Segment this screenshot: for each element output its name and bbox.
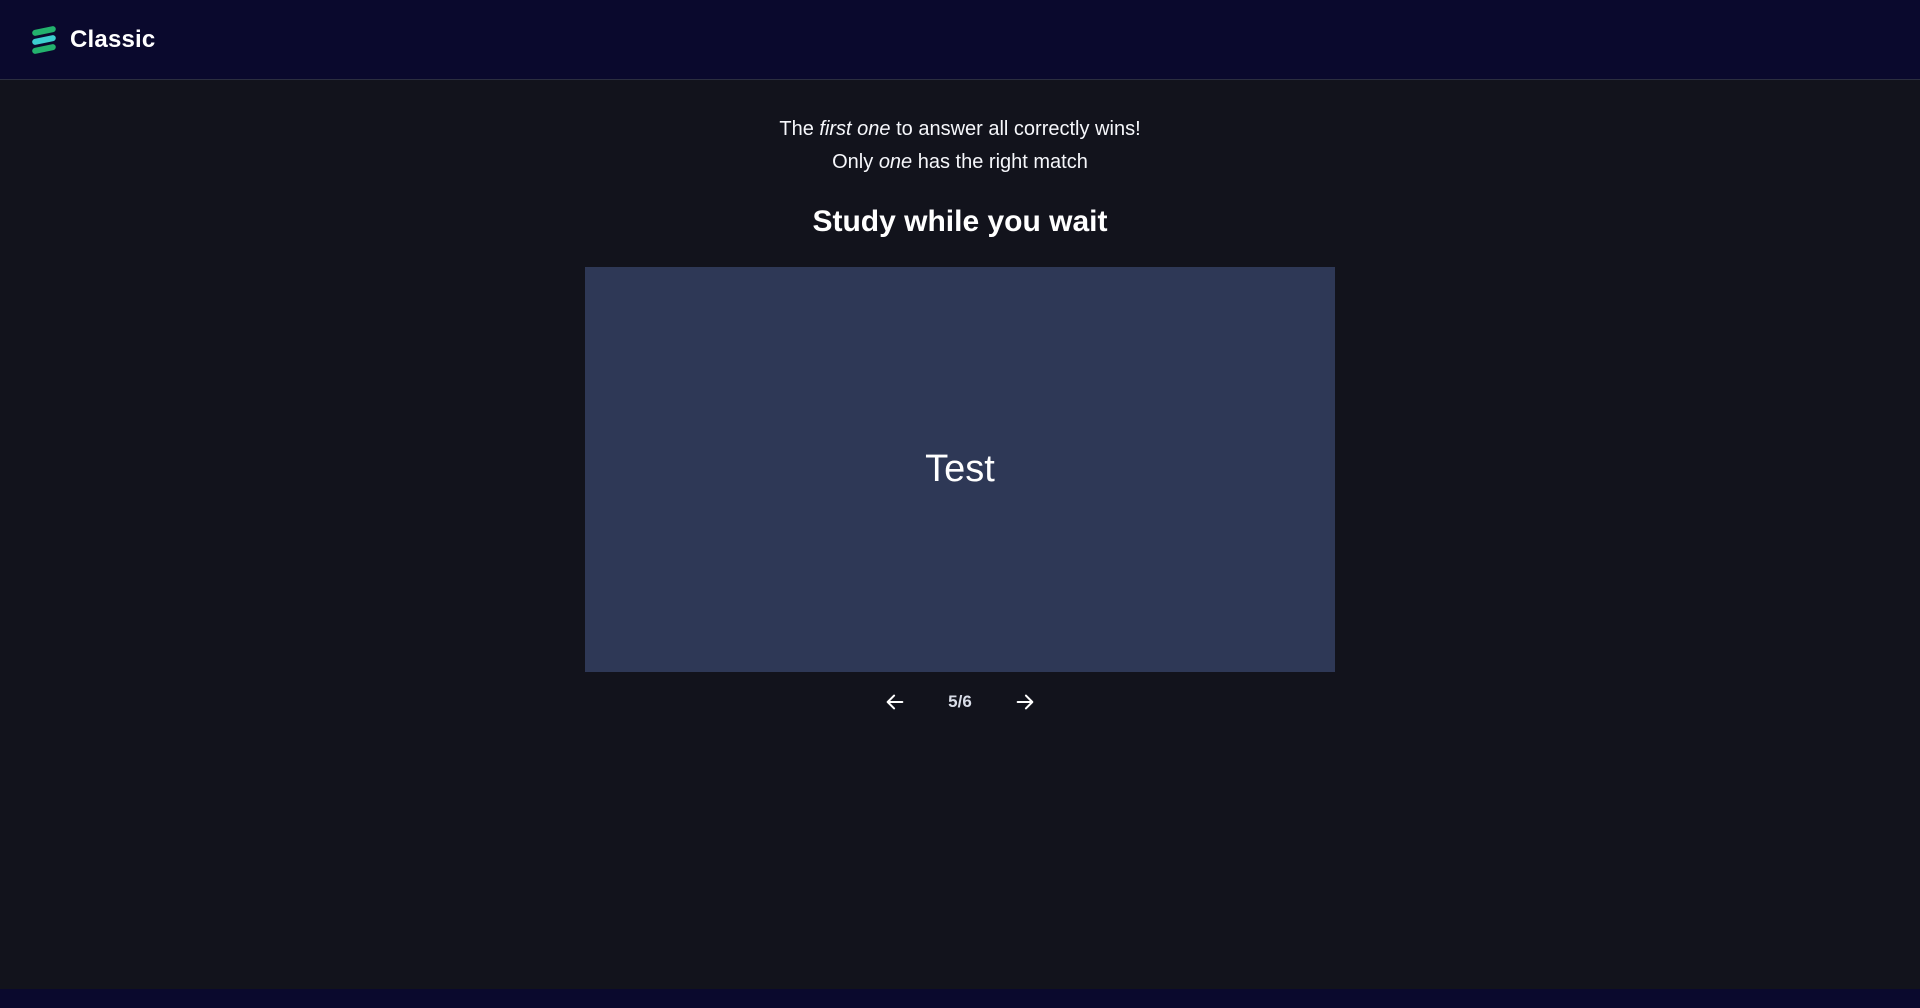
rules-line-1-prefix: The [779, 118, 820, 140]
rules-line-1-suffix: to answer all correctly wins! [890, 118, 1141, 140]
rules-line-1: The first one to answer all correctly wi… [779, 113, 1140, 146]
card-counter: 5/6 [948, 692, 972, 711]
mode-logo: Classic [30, 25, 155, 55]
game-rules: The first one to answer all correctly wi… [779, 113, 1140, 179]
bottom-bar [0, 989, 1920, 1008]
arrow-left-icon [886, 694, 904, 710]
arrow-right-icon [1016, 694, 1034, 710]
rules-line-2: Only one has the right match [779, 146, 1140, 179]
previous-card-button[interactable] [875, 682, 915, 722]
mode-title: Classic [70, 25, 156, 53]
next-card-button[interactable] [1005, 682, 1045, 722]
flashcard[interactable]: Test [585, 267, 1335, 672]
main-content: The first one to answer all correctly wi… [0, 81, 1920, 989]
stacked-lines-logo-icon [32, 25, 56, 54]
rules-line-1-emphasis: first one [819, 118, 891, 140]
card-pager: 5/6 [875, 682, 1045, 722]
rules-line-2-suffix: has the right match [912, 151, 1088, 173]
flashcard-text: Test [925, 448, 995, 490]
rules-line-2-emphasis: one [878, 151, 913, 173]
rules-line-2-prefix: Only [832, 151, 879, 173]
top-bar: Classic [0, 0, 1920, 80]
study-title: Study while you wait [812, 205, 1108, 238]
